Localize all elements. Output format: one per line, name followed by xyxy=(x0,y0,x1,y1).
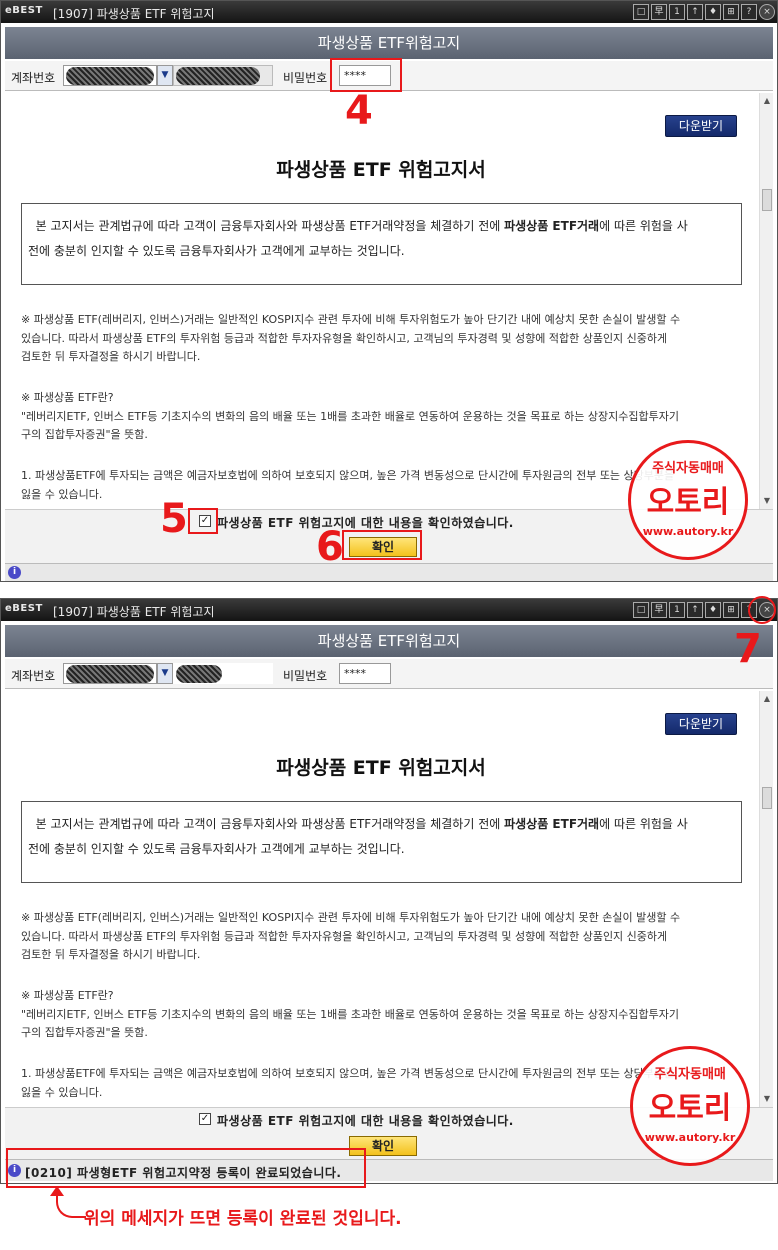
notice-box: 본 고지서는 관계법규에 따라 고객이 금융투자회사와 파생상품 ETF거래약정… xyxy=(21,203,742,285)
notice-line-1: 본 고지서는 관계법규에 따라 고객이 금융투자회사와 파생상품 ETF거래약정… xyxy=(35,219,688,233)
scroll-up-icon[interactable]: ▲ xyxy=(761,693,773,705)
masked-account-name xyxy=(176,665,222,683)
status-bar: i xyxy=(5,563,773,581)
window-title: [1907] 파생상품 ETF 위험고지 xyxy=(53,7,215,21)
scroll-thumb[interactable] xyxy=(762,189,772,211)
risk-document: 다운받기 파생상품 ETF 위험고지서 본 고지서는 관계법규에 따라 고객이 … xyxy=(5,691,757,1107)
account-number-field[interactable] xyxy=(63,65,157,86)
notice-box: 본 고지서는 관계법규에 따라 고객이 금융투자회사와 파생상품 ETF거래약정… xyxy=(21,801,742,883)
account-bar: 계좌번호 ▼ 비밀번호 **** xyxy=(5,659,773,689)
window-controls: □ 早 1 ↑ ♦ ⊞ ? × xyxy=(633,4,775,20)
scroll-down-icon[interactable]: ▼ xyxy=(761,1093,773,1105)
risk-paragraph-2: ※ 파생상품 ETF란? "레버리지ETF, 인버스 ETF등 기초지수의 변화의… xyxy=(21,989,679,1040)
step-5-label: 5 xyxy=(160,496,188,542)
scroll-thumb[interactable] xyxy=(762,787,772,809)
ebest-logo: eBEST xyxy=(5,603,43,614)
account-dropdown-chevron-icon[interactable]: ▼ xyxy=(157,663,173,684)
risk-document: 다운받기 파생상품 ETF 위험고지서 본 고지서는 관계법규에 따라 고객이 … xyxy=(5,93,757,509)
link-number-icon[interactable]: 1 xyxy=(669,602,685,618)
close-highlight-circle xyxy=(748,596,776,624)
restore-icon[interactable]: □ xyxy=(633,4,649,20)
risk-paragraph-2: ※ 파생상품 ETF란? "레버리지ETF, 인버스 ETF등 기초지수의 변화의… xyxy=(21,391,679,442)
account-name-field xyxy=(173,65,273,86)
document-title: 파생상품 ETF 위험고지서 xyxy=(276,757,486,779)
close-icon[interactable]: × xyxy=(759,4,775,20)
pin-icon[interactable]: 早 xyxy=(651,602,667,618)
notice-line-2: 전에 충분히 인지할 수 있도록 금융투자회사가 고객에게 교부하는 것입니다. xyxy=(28,244,405,259)
password-field[interactable]: **** xyxy=(339,663,391,684)
title-bar[interactable]: eBEST [1907] 파생상품 ETF 위험고지 □ 早 1 ↑ ♦ ⊞ ?… xyxy=(1,599,777,621)
notice-line-2: 전에 충분히 인지할 수 있도록 금융투자회사가 고객에게 교부하는 것입니다. xyxy=(28,842,405,857)
checkbox-highlight-box xyxy=(188,508,218,534)
confirm-highlight-box xyxy=(342,530,422,560)
completion-caption: 위의 메세지가 뜨면 등록이 완료된 것입니다. xyxy=(84,1209,402,1229)
pointer-arrow xyxy=(56,1192,86,1218)
help-icon[interactable]: ? xyxy=(741,4,757,20)
info-icon: i xyxy=(8,566,21,579)
scroll-up-icon[interactable]: ▲ xyxy=(761,95,773,107)
password-label: 비밀번호 xyxy=(283,669,328,683)
password-label: 비밀번호 xyxy=(283,71,328,85)
step-4-label: 4 xyxy=(345,88,373,134)
settings-icon[interactable]: ♦ xyxy=(705,602,721,618)
document-scrollbar[interactable]: ▲ ▼ xyxy=(759,691,773,1107)
agree-checkbox[interactable]: ✓ xyxy=(199,1113,211,1125)
ebest-logo: eBEST xyxy=(5,5,43,16)
settings-icon[interactable]: ♦ xyxy=(705,4,721,20)
banner-title: 파생상품 ETF위험고지 xyxy=(5,27,773,59)
masked-account-number xyxy=(66,67,154,85)
account-name-field xyxy=(173,663,273,684)
masked-account-name xyxy=(176,67,260,85)
download-button[interactable]: 다운받기 xyxy=(665,115,737,137)
document-scrollbar[interactable]: ▲ ▼ xyxy=(759,93,773,509)
account-dropdown-chevron-icon[interactable]: ▼ xyxy=(157,65,173,86)
account-label: 계좌번호 xyxy=(11,669,56,683)
step-6-label: 6 xyxy=(316,524,344,570)
agree-label: 파생상품 ETF 위험고지에 대한 내용을 확인하였습니다. xyxy=(217,1114,514,1128)
window-title: [1907] 파생상품 ETF 위험고지 xyxy=(53,605,215,619)
title-bar[interactable]: eBEST [1907] 파생상품 ETF 위험고지 □ 早 1 ↑ ♦ ⊞ ?… xyxy=(1,1,777,23)
restore-icon[interactable]: □ xyxy=(633,602,649,618)
top-icon[interactable]: ↑ xyxy=(687,602,703,618)
risk-paragraph-1: ※ 파생상품 ETF(레버리지, 인버스)거래는 일반적인 KOSPI지수 관련… xyxy=(21,313,681,364)
pin-icon[interactable]: 早 xyxy=(651,4,667,20)
banner-title: 파생상품 ETF위험고지 xyxy=(5,625,773,657)
status-highlight-box xyxy=(6,1148,366,1188)
account-label: 계좌번호 xyxy=(11,71,56,85)
step-7-label: 7 xyxy=(734,626,762,672)
screen-icon[interactable]: ⊞ xyxy=(723,602,739,618)
agree-label: 파생상품 ETF 위험고지에 대한 내용을 확인하였습니다. xyxy=(217,516,514,530)
document-title: 파생상품 ETF 위험고지서 xyxy=(276,159,486,181)
link-number-icon[interactable]: 1 xyxy=(669,4,685,20)
masked-account-number xyxy=(66,665,154,683)
risk-paragraph-1: ※ 파생상품 ETF(레버리지, 인버스)거래는 일반적인 KOSPI지수 관련… xyxy=(21,911,681,962)
autory-watermark-stamp: 주식자동매매 오토리 www.autory.kr xyxy=(630,1046,750,1166)
screen-icon[interactable]: ⊞ xyxy=(723,4,739,20)
autory-watermark-stamp: 주식자동매매 오토리 www.autory.kr xyxy=(628,440,748,560)
notice-line-1: 본 고지서는 관계법규에 따라 고객이 금융투자회사와 파생상품 ETF거래약정… xyxy=(35,817,688,831)
account-number-field[interactable] xyxy=(63,663,157,684)
password-highlight-box xyxy=(330,58,402,92)
top-icon[interactable]: ↑ xyxy=(687,4,703,20)
download-button[interactable]: 다운받기 xyxy=(665,713,737,735)
scroll-down-icon[interactable]: ▼ xyxy=(761,495,773,507)
